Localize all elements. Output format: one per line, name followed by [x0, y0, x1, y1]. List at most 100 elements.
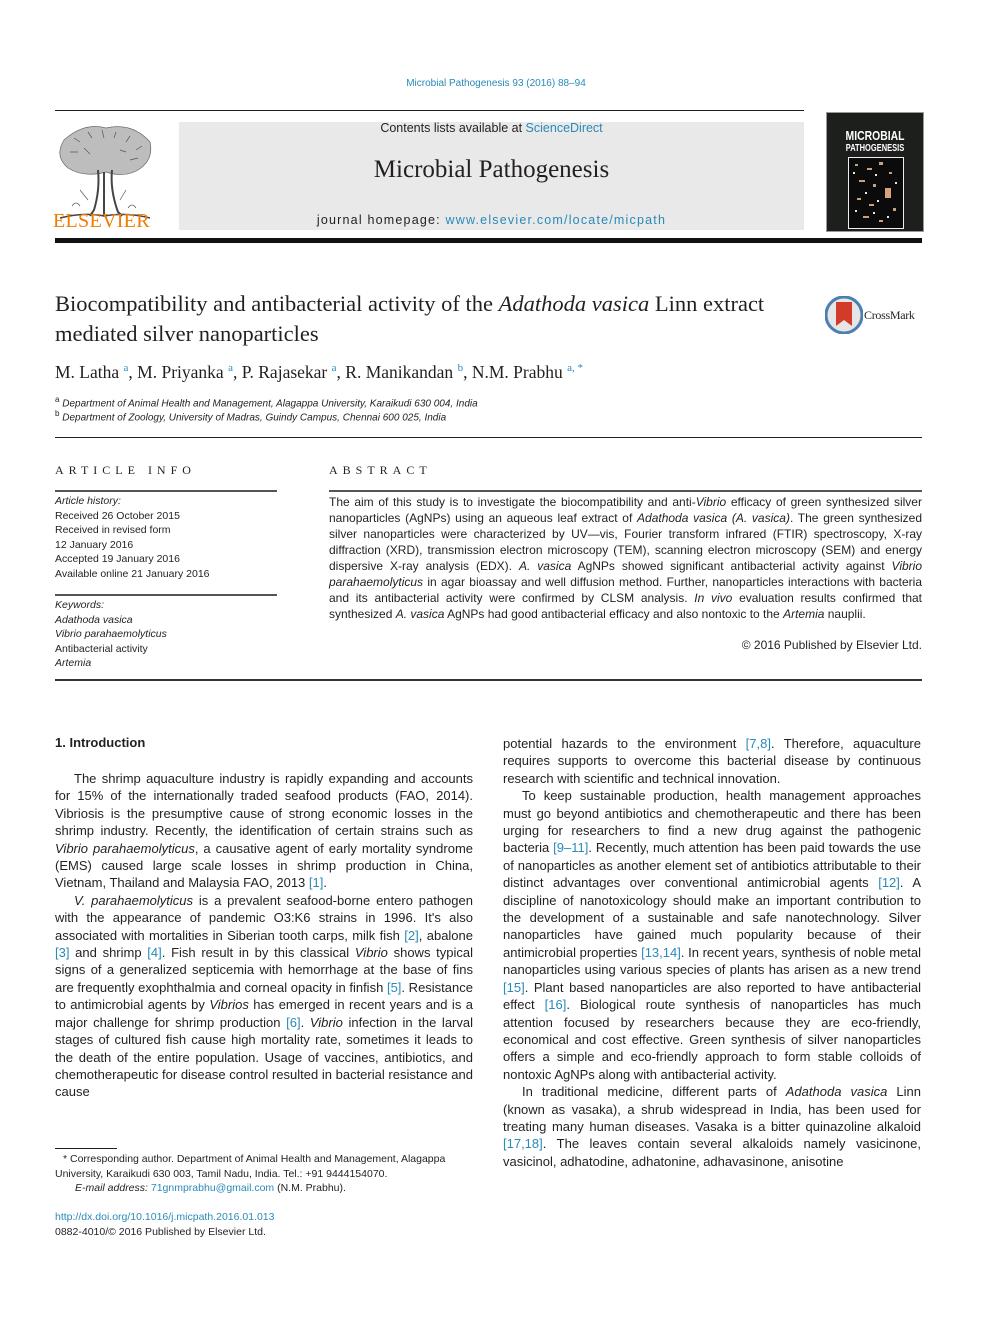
author-corresponding[interactable]: N.M. Prabhu a, * — [472, 362, 583, 382]
body-paragraph: To keep sustainable production, health m… — [503, 787, 921, 1083]
sciencedirect-link[interactable]: ScienceDirect — [526, 121, 603, 135]
body-column-left: The shrimp aquaculture industry is rapid… — [55, 770, 473, 1101]
homepage-prefix: journal homepage: — [316, 213, 446, 227]
citation-link[interactable]: [16] — [545, 997, 567, 1012]
text-run: AgNPs had good antibacterial efficacy an… — [444, 607, 784, 621]
citation-link[interactable]: [3] — [55, 945, 69, 960]
citation-link[interactable]: [15] — [503, 980, 525, 995]
front-matter-divider — [55, 679, 922, 681]
text-run: potential hazards to the environment — [503, 736, 746, 751]
citation-link[interactable]: [6] — [286, 1015, 300, 1030]
cover-title-line2: PATHOGENESIS — [845, 143, 905, 154]
article-title: Biocompatibility and antibacterial activ… — [55, 289, 815, 349]
elsevier-wordmark: ELSEVIER — [53, 210, 150, 232]
italic-term: Artemia — [783, 607, 825, 621]
micrograph-icon — [853, 162, 897, 222]
keyword: Artemia — [55, 657, 92, 669]
header-divider — [55, 110, 804, 111]
footnotes: * Corresponding author. Department of An… — [55, 1152, 473, 1196]
citation-link[interactable]: [5] — [387, 980, 401, 995]
history-item: Accepted 19 January 2016 — [55, 553, 180, 565]
history-label: Article history: — [55, 495, 121, 507]
citation-link[interactable]: [7,8] — [746, 736, 771, 751]
text-run: , abalone — [418, 927, 473, 943]
italic-term: Vibrio parahaemolyticus — [55, 840, 195, 856]
journal-cover-image[interactable]: MICROBIAL PATHOGENESIS — [826, 112, 924, 232]
email-link[interactable]: 71gnmprabhu@gmail.com — [151, 1182, 274, 1194]
citation-link[interactable]: [2] — [404, 928, 418, 943]
history-item: Received in revised form — [55, 524, 171, 536]
citation-link[interactable]: [13,14] — [641, 945, 681, 960]
doi-block: http://dx.doi.org/10.1016/j.micpath.2016… — [55, 1210, 275, 1240]
text-run: nauplii. — [824, 607, 866, 621]
keyword: Antibacterial activity — [55, 642, 148, 655]
italic-term: Adathoda vasica — [785, 1084, 888, 1100]
cover-title-line1: MICROBIAL — [845, 128, 905, 143]
article-info-heading: ARTICLE INFO — [55, 463, 196, 477]
cover-micrograph — [848, 157, 904, 229]
citation-link[interactable]: [9–11] — [553, 840, 588, 855]
citation-link[interactable]: [17,18] — [503, 1136, 543, 1151]
doi-link[interactable]: http://dx.doi.org/10.1016/j.micpath.2016… — [55, 1210, 275, 1225]
journal-homepage-link[interactable]: www.elsevier.com/locate/micpath — [446, 213, 667, 227]
journal-title: Microbial Pathogenesis — [373, 156, 610, 183]
homepage-line: journal homepage: www.elsevier.com/locat… — [179, 213, 804, 227]
history-item: Received 26 October 2015 — [55, 509, 180, 522]
author[interactable]: M. Latha a — [55, 362, 128, 382]
affiliation: b Department of Zoology, University of M… — [55, 409, 447, 424]
history-item: Available online 21 January 2016 — [55, 567, 210, 580]
italic-term: Vibrio — [309, 1014, 343, 1030]
italic-term: Vibrio — [695, 495, 727, 509]
title-species: Adathoda vasica — [498, 291, 650, 316]
keyword: Adathoda vasica — [55, 613, 133, 626]
author[interactable]: P. Rajasekar a — [242, 362, 337, 382]
text-run: In traditional medicine, different parts… — [522, 1084, 786, 1100]
body-paragraph: V. parahaemolyticus is a prevalent seafo… — [55, 892, 473, 1101]
text-run: . Biological route synthesis of nanopart… — [503, 997, 921, 1082]
crossmark-label: CrossMark — [864, 308, 915, 322]
abstract-copyright: © 2016 Published by Elsevier Ltd. — [741, 638, 922, 652]
italic-term: A. vasica — [518, 559, 572, 573]
footnote-divider — [55, 1148, 117, 1149]
author-list: M. Latha a, M. Priyanka a, P. Rajasekar … — [55, 362, 583, 382]
contents-line: Contents lists available at ScienceDirec… — [179, 121, 804, 135]
affiliation-divider — [55, 437, 922, 438]
body-paragraph: potential hazards to the environment [7,… — [503, 735, 921, 787]
citation-link[interactable]: [4] — [147, 945, 161, 960]
author[interactable]: R. Manikandan b — [345, 362, 463, 382]
crossmark-button[interactable]: CrossMark — [825, 296, 925, 336]
text-run: . — [300, 1014, 310, 1030]
citation-link[interactable]: [1] — [309, 875, 323, 890]
body-paragraph: The shrimp aquaculture industry is rapid… — [55, 770, 473, 892]
email-line: E-mail address: 71gnmprabhu@gmail.com (N… — [55, 1181, 473, 1196]
italic-term: Vibrio — [354, 945, 388, 961]
journal-citation-link[interactable]: Microbial Pathogenesis 93 (2016) 88–94 — [0, 78, 992, 89]
text-run: . — [323, 875, 327, 891]
title-text: Biocompatibility and antibacterial activ… — [55, 291, 499, 316]
affiliation: a Department of Animal Health and Manage… — [55, 395, 478, 410]
keywords-label: Keywords: — [55, 599, 105, 611]
abstract-divider — [329, 490, 922, 492]
keywords-divider — [55, 594, 277, 596]
email-owner: (N.M. Prabhu). — [274, 1182, 346, 1194]
text-run: and shrimp — [69, 945, 148, 961]
italic-term: In vivo — [694, 591, 733, 605]
body-paragraph: In traditional medicine, different parts… — [503, 1083, 921, 1170]
keywords: Keywords: Adathoda vasica Vibrio parahae… — [55, 598, 277, 671]
italic-term: Adathoda vasica (A. vasica) — [637, 511, 790, 525]
citation-link[interactable]: [12] — [878, 875, 900, 890]
keyword: Vibrio parahaemolyticus — [55, 628, 167, 640]
text-run: . Fish result in by this classical — [161, 945, 355, 961]
email-label: E-mail address: — [75, 1182, 151, 1194]
italic-term: Vibrios — [209, 997, 249, 1013]
italic-term: V. parahaemolyticus — [74, 892, 194, 908]
history-item: 12 January 2016 — [55, 538, 134, 551]
text-run: The shrimp aquaculture industry is rapid… — [55, 771, 473, 839]
article-info-divider — [55, 490, 277, 492]
contents-prefix: Contents lists available at — [380, 121, 526, 135]
section-heading-introduction: 1. Introduction — [55, 735, 146, 750]
author[interactable]: M. Priyanka a — [137, 362, 233, 382]
corresponding-author-note: * Corresponding author. Department of An… — [55, 1153, 446, 1180]
text-run: AgNPs showed significant antibacterial a… — [571, 559, 892, 573]
crossmark-icon — [825, 296, 863, 334]
